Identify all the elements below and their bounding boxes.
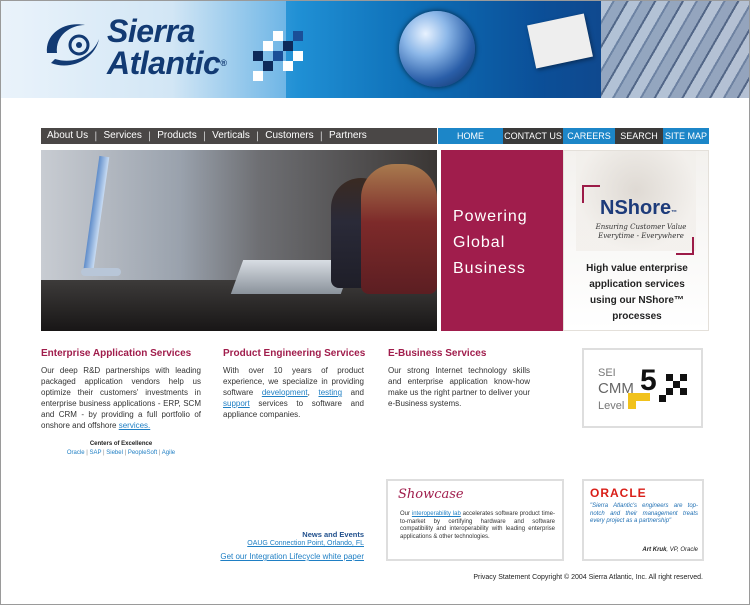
nav-about-us[interactable]: About Us xyxy=(41,128,94,144)
hero-photo xyxy=(41,150,437,331)
showcase-box: Showcase Our interoperability lab accele… xyxy=(386,479,564,561)
logo-line-2-text: Atlantic xyxy=(107,45,221,81)
logo-line-1: Sierra xyxy=(107,13,195,49)
nshore-promo[interactable]: NShore™ Ensuring Customer Value Everytim… xyxy=(563,150,709,331)
nshore-tagline: Ensuring Customer Value Everytime - Ever… xyxy=(595,223,687,240)
logo-swoosh-icon xyxy=(46,24,99,66)
lamp-image xyxy=(82,155,110,277)
nav-partners[interactable]: Partners xyxy=(323,128,373,144)
nav-services[interactable]: Services xyxy=(98,128,148,144)
centers-links: Oracle | SAP | Siebel | PeopleSoft | Agi… xyxy=(66,450,176,456)
nav-contact-us[interactable]: CONTACT US xyxy=(503,128,563,144)
testimonial-author: Art Kruk, VP, Oracle xyxy=(642,547,698,553)
centers-heading: Centers of Excellence xyxy=(89,441,153,447)
logo-line-2: Atlantic® xyxy=(107,45,227,81)
ebusiness-title[interactable]: E-Business Services xyxy=(388,348,486,359)
privacy-statement-link[interactable]: Privacy Statement xyxy=(473,574,530,581)
support-link[interactable]: support xyxy=(223,399,250,408)
whitepaper-link[interactable]: Get our Integration Lifecycle white pape… xyxy=(200,552,364,561)
company-logo[interactable]: Sierra Atlantic® xyxy=(107,13,227,81)
keyboard-image xyxy=(601,1,749,98)
nshore-description: High value enterprise application servic… xyxy=(586,263,688,322)
coe-agile[interactable]: Agile xyxy=(162,450,175,456)
nav-products[interactable]: Products xyxy=(151,128,202,144)
nav-site-map[interactable]: SITE MAP xyxy=(663,128,709,144)
nav-customers[interactable]: Customers xyxy=(259,128,319,144)
main-nav: About Us | Services | Products | Verticals |… xyxy=(41,128,437,144)
person-image xyxy=(361,164,437,294)
coe-sap[interactable]: SAP xyxy=(89,450,101,456)
coe-peoplesoft[interactable]: PeopleSoft xyxy=(128,450,157,456)
services-link[interactable]: services. xyxy=(119,421,151,430)
header-banner: Sierra Atlantic® xyxy=(1,1,749,98)
product-engineering-text: With over 10 years of product experience… xyxy=(223,366,364,419)
sei-label: SEI xyxy=(598,367,616,379)
copyright-text: Copyright © 2004 Sierra Atlantic, Inc. A… xyxy=(532,574,703,581)
globe-image xyxy=(399,11,475,87)
cmm-level5-badge[interactable]: SEI CMM 5 Level xyxy=(582,348,703,428)
registered-mark: ® xyxy=(220,58,227,68)
nshore-logo: NShore™ xyxy=(600,197,678,219)
business-card-image xyxy=(527,13,593,69)
utility-nav: HOME CONTACT US CAREERS SEARCH SITE MAP xyxy=(438,128,709,144)
testing-link[interactable]: testing xyxy=(318,388,342,397)
coe-oracle[interactable]: Oracle xyxy=(67,450,85,456)
coe-siebel[interactable]: Siebel xyxy=(106,450,123,456)
footer: Privacy Statement Copyright © 2004 Sierr… xyxy=(380,574,703,581)
nav-home[interactable]: HOME xyxy=(438,128,503,144)
enterprise-services-text: Our deep R&D partnerships with leading p… xyxy=(41,366,201,430)
nav-verticals[interactable]: Verticals xyxy=(206,128,256,144)
nav-search[interactable]: SEARCH xyxy=(615,128,663,144)
powering-banner: Powering Global Business xyxy=(441,150,563,331)
powering-text: Powering Global Business xyxy=(453,208,528,277)
showcase-title: Showcase xyxy=(398,487,464,502)
ebusiness-text: Our strong Internet technology skills an… xyxy=(388,366,530,408)
oracle-logo: ORACLE xyxy=(590,486,647,500)
nav-careers[interactable]: CAREERS xyxy=(563,128,615,144)
level-label: Level xyxy=(598,400,625,412)
oracle-testimonial: ORACLE "Sierra Atlantic's engineers are … xyxy=(582,479,704,561)
enterprise-services-title[interactable]: Enterprise Application Services xyxy=(41,348,191,359)
news-link[interactable]: OAUG Connection Point, Orlando, FL xyxy=(200,540,364,547)
interoperability-lab-link[interactable]: interoperability lab xyxy=(412,511,461,517)
product-engineering-title[interactable]: Product Engineering Services xyxy=(223,348,365,359)
development-link[interactable]: development xyxy=(262,388,308,397)
testimonial-quote: "Sierra Atlantic's engineers are top-not… xyxy=(590,503,698,524)
news-heading[interactable]: News and Events xyxy=(200,530,364,539)
showcase-text: Our interoperability lab accelerates sof… xyxy=(400,511,556,540)
